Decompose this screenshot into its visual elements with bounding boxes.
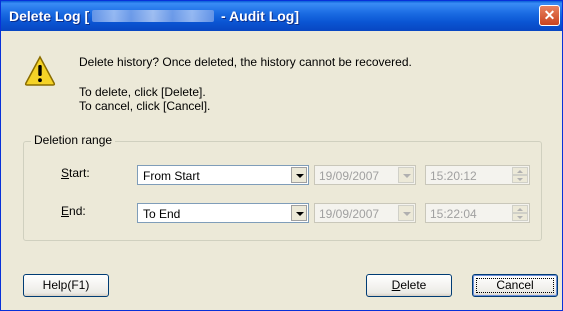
delete-button[interactable]: Delete <box>366 274 452 297</box>
message-line-1: Delete history? Once deleted, the histor… <box>79 55 412 69</box>
redacted-name <box>92 10 215 22</box>
start-date-value: 19/09/2007 <box>319 169 380 183</box>
title-prefix: Delete Log [ <box>9 8 90 24</box>
chevron-down-icon[interactable] <box>291 205 307 221</box>
end-date-value: 19/09/2007 <box>319 207 380 221</box>
end-time-value: 15:22:04 <box>430 207 477 221</box>
spin-down-icon <box>512 213 528 221</box>
deletion-range-group <box>23 141 542 241</box>
close-button[interactable]: ✕ <box>539 5 560 26</box>
delete-log-dialog: Delete Log [ - Audit Log] ✕ Delete histo… <box>0 0 563 311</box>
message-line-2: To delete, click [Delete]. <box>79 85 206 99</box>
start-date-picker: 19/09/2007 <box>314 165 416 185</box>
deletion-range-legend: Deletion range <box>31 133 116 147</box>
close-icon: ✕ <box>543 7 556 23</box>
spin-up-icon <box>512 167 528 175</box>
start-time-value: 15:20:12 <box>430 169 477 183</box>
start-label: Start: <box>61 166 90 180</box>
message-line-3: To cancel, click [Cancel]. <box>79 99 211 113</box>
end-date-picker: 19/09/2007 <box>314 203 416 223</box>
end-time-spinner: 15:22:04 <box>425 203 530 223</box>
spin-up-icon <box>512 205 528 213</box>
start-time-spinner: 15:20:12 <box>425 165 530 185</box>
start-range-select[interactable]: From Start <box>137 165 309 185</box>
end-range-value: To End <box>143 207 181 221</box>
window-title: Delete Log [ - Audit Log] <box>9 8 299 24</box>
help-button[interactable]: Help(F1) <box>23 274 109 297</box>
title-suffix: - Audit Log] <box>217 8 300 24</box>
focus-rect <box>476 278 554 293</box>
warning-icon <box>24 55 56 86</box>
start-range-value: From Start <box>143 169 200 183</box>
chevron-down-icon <box>398 167 414 183</box>
chevron-down-icon <box>398 205 414 221</box>
title-bar[interactable]: Delete Log [ - Audit Log] ✕ <box>1 1 562 31</box>
chevron-down-icon[interactable] <box>291 167 307 183</box>
cancel-button[interactable]: Cancel <box>472 274 558 297</box>
spin-down-icon <box>512 175 528 183</box>
end-label: End: <box>61 204 86 218</box>
end-range-select[interactable]: To End <box>137 203 309 223</box>
